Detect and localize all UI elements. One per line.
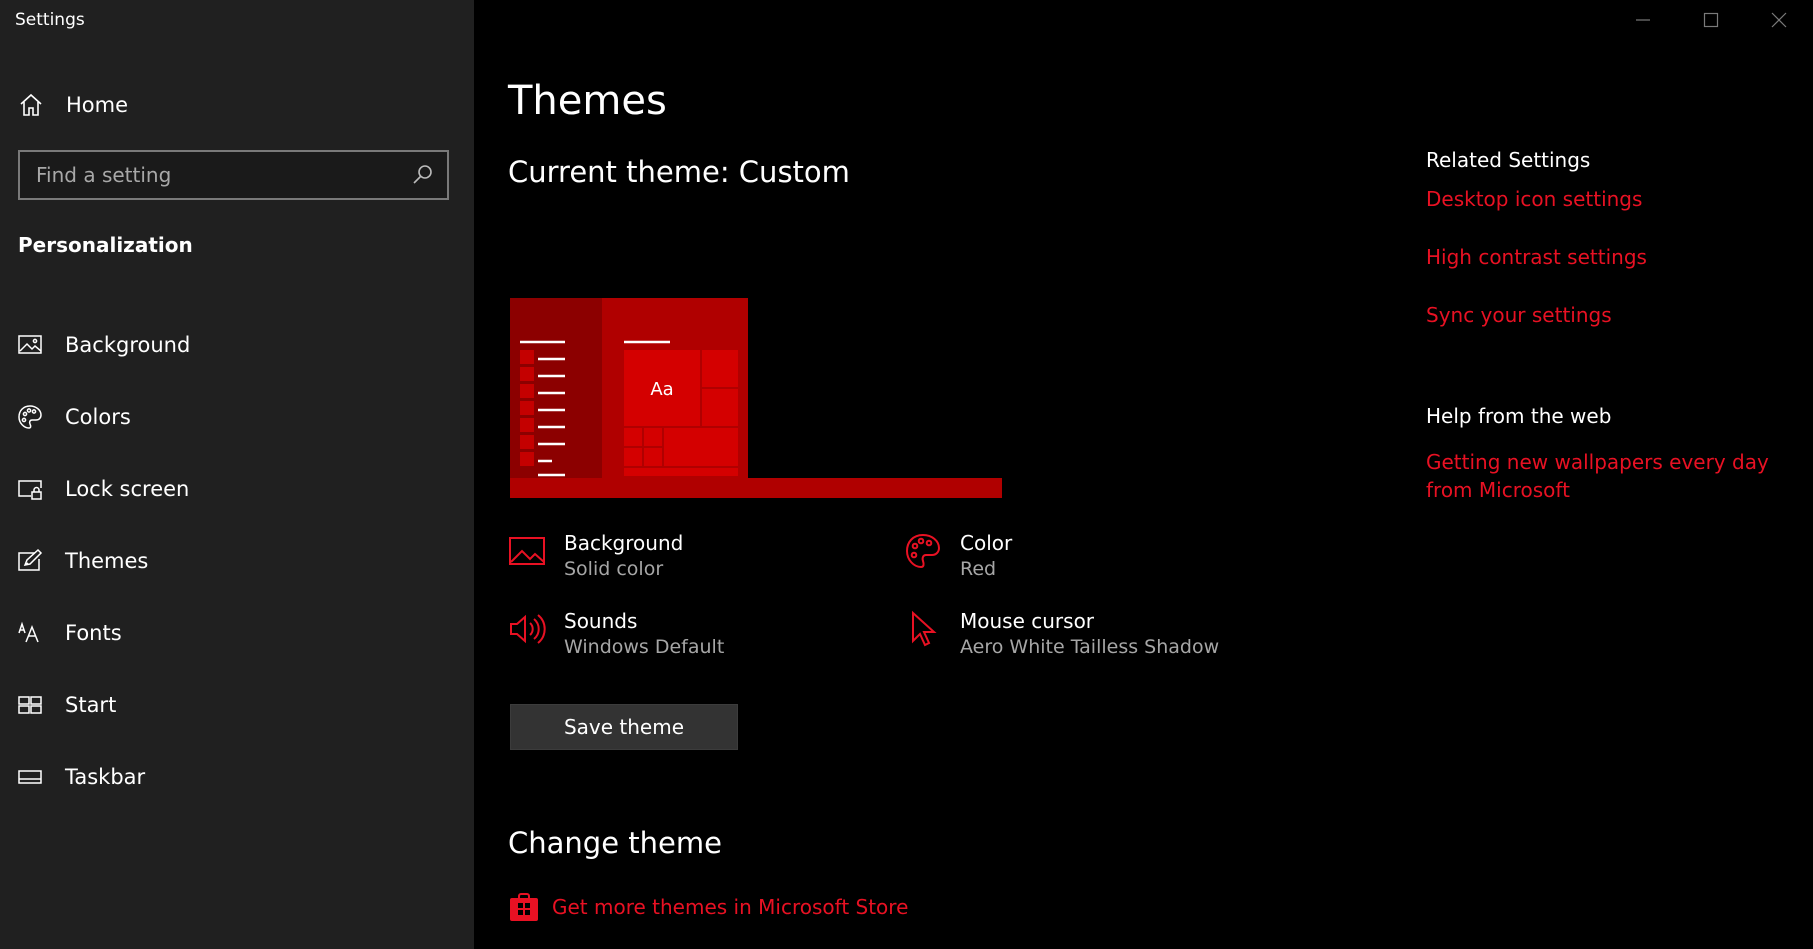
help-from-web: Help from the web Getting new wallpapers… [1426,404,1786,504]
cursor-icon [912,610,937,647]
sidebar-item-start[interactable]: Start [0,669,474,741]
search-icon[interactable] [411,163,435,187]
sidebar-item-label: Lock screen [65,477,190,501]
sounds-property-label: Sounds [564,609,638,633]
sync-settings-link[interactable]: Sync your settings [1426,302,1786,328]
preview-sample-text: Aa [650,379,673,400]
start-icon [18,696,42,714]
page-title: Themes [508,78,667,124]
palette-icon [18,405,42,429]
theme-preview: Aa [510,298,1002,498]
sidebar-item-fonts[interactable]: Fonts [0,597,474,669]
minimize-icon [1636,19,1650,21]
speaker-icon [510,614,546,644]
sidebar-item-colors[interactable]: Colors [0,381,474,453]
home-nav-item[interactable]: Home [18,88,438,122]
mouse-cursor-property[interactable]: Mouse cursor Aero White Tailless Shadow [904,608,1219,660]
background-property-label: Background [564,531,684,555]
sidebar-item-label: Colors [65,405,131,429]
related-settings: Related Settings Desktop icon settings H… [1426,148,1786,360]
fonts-icon [18,621,39,643]
close-button[interactable] [1745,0,1813,40]
sidebar-item-themes[interactable]: Themes [0,525,474,597]
taskbar-icon [18,770,42,784]
window-controls [1609,0,1813,40]
background-property-value: Solid color [564,558,664,580]
image-icon [18,335,42,354]
sidebar-item-label: Taskbar [65,765,146,789]
desktop-icon-settings-link[interactable]: Desktop icon settings [1426,186,1786,212]
search-input[interactable] [20,152,411,198]
color-property-value: Red [960,558,997,580]
home-label: Home [66,93,129,117]
sounds-property[interactable]: Sounds Windows Default [508,608,724,660]
mouse-cursor-property-label: Mouse cursor [960,609,1095,633]
wallpapers-help-link[interactable]: Getting new wallpapers every day from Mi… [1426,448,1786,504]
settings-window: Settings Home Personalization Background [0,0,1813,949]
maximize-button[interactable] [1677,0,1745,40]
sidebar-item-lock-screen[interactable]: Lock screen [0,453,474,525]
app-title: Settings [15,10,85,30]
color-property[interactable]: Color Red [904,530,1012,582]
palette-icon [905,533,941,569]
close-icon [1771,12,1787,28]
sounds-property-value: Windows Default [564,636,725,658]
save-theme-button[interactable]: Save theme [510,704,738,750]
high-contrast-settings-link[interactable]: High contrast settings [1426,244,1786,270]
color-property-label: Color [960,531,1013,555]
microsoft-store-link-label: Get more themes in Microsoft Store [552,895,909,919]
microsoft-store-link[interactable]: Get more themes in Microsoft Store [508,891,908,923]
mouse-cursor-property-value: Aero White Tailless Shadow [960,636,1220,658]
minimize-button[interactable] [1609,0,1677,40]
sidebar-nav: Background Colors Lock screen Themes Fon… [0,309,474,813]
sidebar-item-label: Start [65,693,117,717]
image-icon [509,537,545,565]
section-title: Personalization [18,233,193,257]
home-icon [20,93,42,116]
sidebar-item-label: Background [65,333,191,357]
change-theme-heading: Change theme [508,826,722,860]
help-title: Help from the web [1426,404,1612,428]
sidebar: Settings Home Personalization Background [0,0,474,949]
related-settings-title: Related Settings [1426,148,1591,172]
search-box [18,150,449,200]
lock-screen-icon [18,480,42,500]
themes-icon [18,548,43,571]
theme-properties: Background Solid color Color Red Sounds … [508,530,1268,670]
current-theme-label: Current theme: Custom [508,155,850,189]
store-icon [510,893,538,921]
sidebar-item-taskbar[interactable]: Taskbar [0,741,474,813]
sidebar-item-background[interactable]: Background [0,309,474,381]
sidebar-item-label: Fonts [65,621,122,645]
maximize-icon [1703,12,1719,28]
background-property[interactable]: Background Solid color [508,530,683,582]
sidebar-item-label: Themes [65,549,149,573]
